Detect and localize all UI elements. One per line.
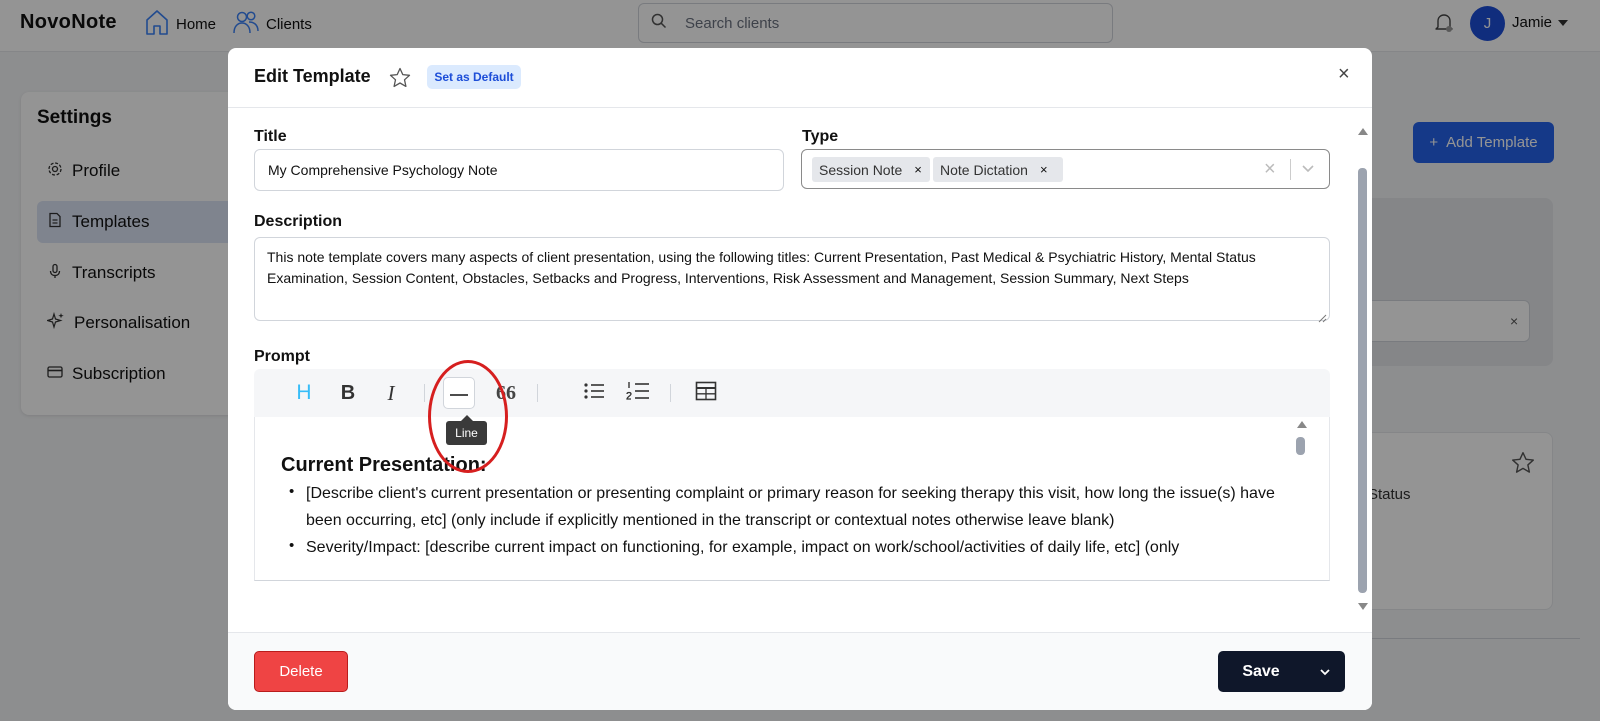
select-separator xyxy=(1290,159,1291,180)
chip-remove-icon[interactable]: × xyxy=(908,162,928,177)
save-button-group: Save xyxy=(1218,651,1345,692)
close-icon[interactable]: × xyxy=(1338,64,1350,84)
line-tooltip: Line xyxy=(446,421,487,445)
type-chip-label: Note Dictation xyxy=(940,161,1028,178)
modal-scroll-down-icon[interactable] xyxy=(1358,603,1368,610)
numbered-list-icon xyxy=(626,380,650,407)
delete-button[interactable]: Delete xyxy=(254,651,348,692)
prompt-label: Prompt xyxy=(254,348,310,365)
type-chip: Session Note × xyxy=(812,157,930,182)
horizontal-line-icon xyxy=(449,384,469,402)
horizontal-line-button[interactable] xyxy=(443,377,475,409)
editor-scroll-up-icon[interactable] xyxy=(1297,421,1307,428)
editor-toolbar: H B I 66 xyxy=(254,369,1330,417)
favorite-star-icon[interactable] xyxy=(388,66,412,95)
description-textarea[interactable]: This note template covers many aspects o… xyxy=(254,237,1330,321)
numbered-list-button[interactable] xyxy=(623,379,653,407)
type-label: Type xyxy=(802,128,839,145)
edit-template-modal: Edit Template Set as Default × Title Typ… xyxy=(228,48,1372,710)
modal-scroll-up-icon[interactable] xyxy=(1358,128,1368,135)
modal-scrollbar-thumb[interactable] xyxy=(1358,168,1367,593)
type-chip-label: Session Note xyxy=(819,161,903,178)
type-multiselect[interactable]: Session Note × Note Dictation × × xyxy=(801,149,1330,189)
table-button[interactable] xyxy=(691,379,721,407)
set-as-default-button[interactable]: Set as Default xyxy=(427,65,521,89)
type-chip: Note Dictation × xyxy=(933,157,1063,182)
clear-selection-icon[interactable]: × xyxy=(1264,158,1276,180)
bullet-marker: • xyxy=(289,483,295,500)
toolbar-separator xyxy=(670,384,671,402)
modal-footer: Delete Save xyxy=(228,632,1372,710)
table-icon xyxy=(695,381,717,406)
modal-title: Edit Template xyxy=(254,66,371,86)
description-label: Description xyxy=(254,213,343,230)
bullet-list-icon xyxy=(583,381,605,406)
toolbar-separator xyxy=(424,384,425,402)
heading-button[interactable]: H xyxy=(289,379,319,407)
blockquote-button[interactable]: 66 xyxy=(491,379,521,407)
chip-remove-icon[interactable]: × xyxy=(1034,162,1054,177)
resize-grip-icon[interactable] xyxy=(1318,310,1327,328)
save-button[interactable]: Save xyxy=(1218,651,1304,692)
toolbar-separator xyxy=(537,384,538,402)
italic-button[interactable]: I xyxy=(376,379,406,407)
title-input[interactable] xyxy=(254,149,784,191)
editor-scrollbar-thumb[interactable] xyxy=(1296,437,1305,455)
editor-heading: Current Presentation: xyxy=(281,454,487,476)
prompt-editor[interactable]: Current Presentation: • [Describe client… xyxy=(254,417,1330,581)
bullet-marker: • xyxy=(289,537,295,554)
title-label: Title xyxy=(254,128,287,145)
bullet-list-button[interactable] xyxy=(579,379,609,407)
chevron-down-icon[interactable] xyxy=(1300,162,1316,181)
modal-header: Edit Template Set as Default × xyxy=(228,48,1372,108)
save-options-chevron-icon[interactable] xyxy=(1304,651,1345,692)
editor-list-item: [Describe client's current presentation … xyxy=(306,485,1275,529)
editor-list-item: Severity/Impact: [describe current impac… xyxy=(306,539,1180,556)
bold-button[interactable]: B xyxy=(333,379,363,407)
